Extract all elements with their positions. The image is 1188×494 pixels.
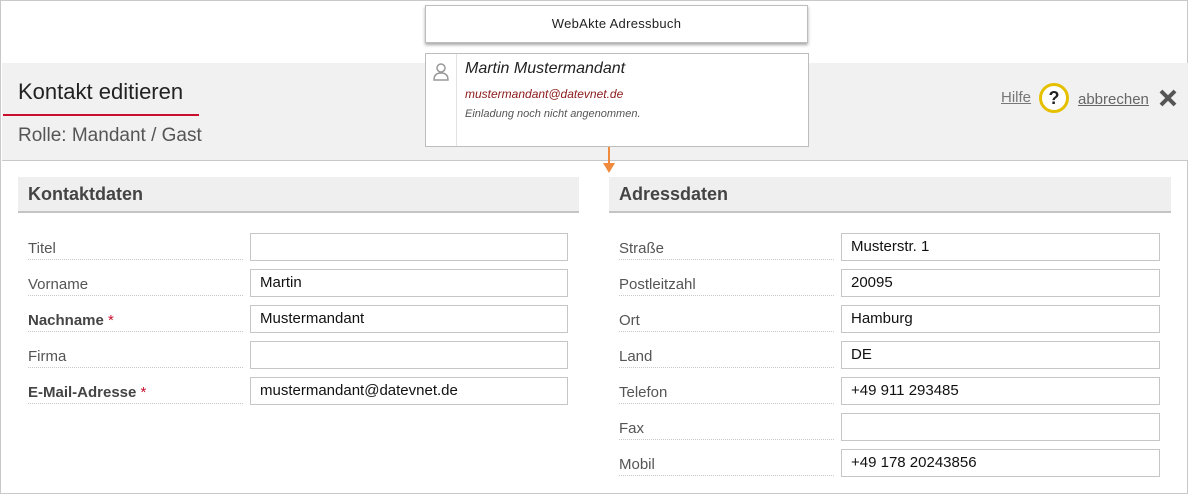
street-field[interactable]: Musterstr. 1 (841, 233, 1160, 261)
last-name-field[interactable]: Mustermandant (250, 305, 568, 333)
fax-label: Fax (619, 418, 834, 440)
webakte-address-book-button[interactable]: WebAkte Adressbuch (425, 5, 808, 43)
required-marker: * (140, 384, 147, 401)
title-underline (3, 114, 199, 116)
contact-suggestion-card[interactable]: Martin Mustermandant mustermandant@datev… (425, 53, 809, 147)
email-label: E-Mail-Adresse * (28, 382, 243, 404)
role-label: Rolle: Mandant / Gast (18, 125, 202, 146)
card-icon-column (426, 54, 457, 146)
required-marker: * (108, 312, 114, 329)
contact-section-heading: Kontaktdaten (18, 177, 579, 213)
mobile-field[interactable]: +49 178 20243856 (841, 449, 1160, 477)
company-label: Firma (28, 346, 243, 368)
mobile-label: Mobil (619, 454, 834, 476)
postal-code-field[interactable]: 20095 (841, 269, 1160, 297)
phone-field[interactable]: +49 911 293485 (841, 377, 1160, 405)
card-invitation-status: Einladung noch nicht angenommen. (465, 108, 641, 120)
street-label: Straße (619, 238, 834, 260)
card-contact-email: mustermandant@datevnet.de (465, 87, 624, 101)
app-frame: Kontakt editieren Rolle: Mandant / Gast … (0, 0, 1188, 494)
last-name-label: Nachname * (28, 310, 243, 332)
help-icon[interactable]: ? (1039, 83, 1069, 113)
country-label: Land (619, 346, 834, 368)
person-icon (433, 63, 449, 81)
address-section-heading: Adressdaten (609, 177, 1171, 213)
close-icon[interactable] (1158, 88, 1178, 108)
postal-code-label: Postleitzahl (619, 274, 834, 296)
first-name-field[interactable]: Martin (250, 269, 568, 297)
company-field[interactable] (250, 341, 568, 369)
first-name-label: Vorname (28, 274, 243, 296)
title-label: Titel (28, 238, 243, 260)
phone-label: Telefon (619, 382, 834, 404)
fax-field[interactable] (841, 413, 1160, 441)
help-link[interactable]: Hilfe (1001, 89, 1031, 106)
city-label: Ort (619, 310, 834, 332)
page-title: Kontakt editieren (18, 79, 184, 104)
title-field[interactable] (250, 233, 568, 261)
card-contact-name: Martin Mustermandant (465, 60, 626, 77)
arrow-down-icon (603, 147, 615, 173)
email-field[interactable]: mustermandant@datevnet.de (250, 377, 568, 405)
city-field[interactable]: Hamburg (841, 305, 1160, 333)
cancel-link[interactable]: abbrechen (1078, 91, 1149, 108)
country-field[interactable]: DE (841, 341, 1160, 369)
